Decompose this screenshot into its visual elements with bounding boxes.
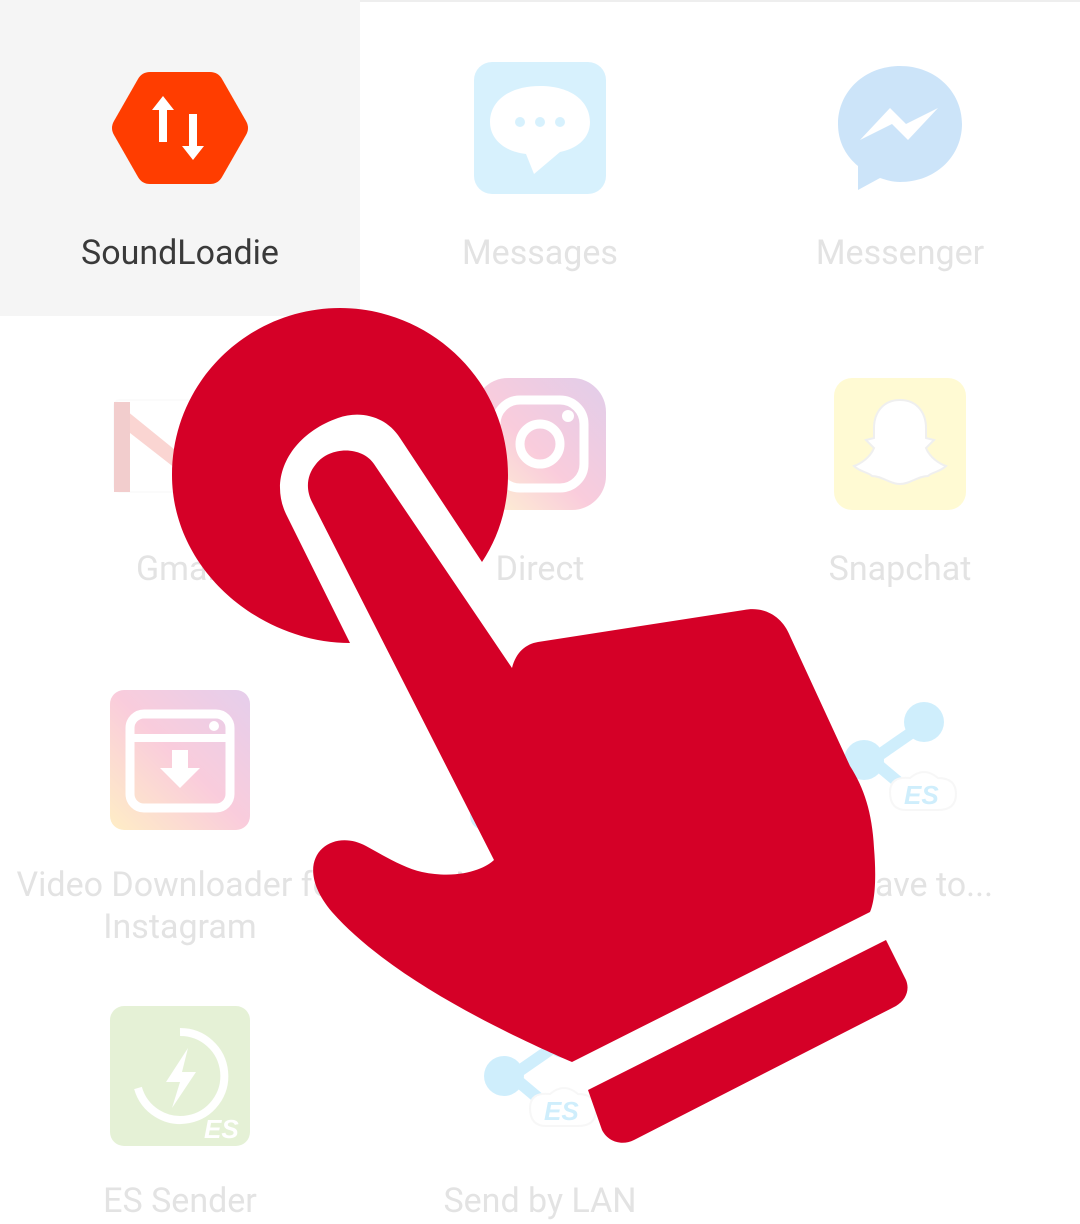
app-tile-note-editor[interactable]: ES Note Editor xyxy=(360,632,720,948)
svg-text:ES: ES xyxy=(904,780,939,810)
app-tile-snapchat[interactable]: Snapchat xyxy=(720,316,1080,632)
app-tile-gmail[interactable]: Gmail xyxy=(0,316,360,632)
app-tile-es-sender[interactable]: ES ES Sender xyxy=(0,948,360,1224)
share-app-grid: SoundLoadie Messages Messenger Gmail Dir… xyxy=(0,0,1080,1224)
app-label: ES Save to... xyxy=(806,865,994,905)
app-label: Send by LAN xyxy=(443,1181,637,1221)
app-tile-direct[interactable]: Direct xyxy=(360,316,720,632)
app-tile-video-downloader[interactable]: Video Downloader for Instagram xyxy=(0,632,360,948)
messages-icon xyxy=(468,56,612,200)
instagram-direct-icon xyxy=(468,372,612,516)
app-tile-messenger[interactable]: Messenger xyxy=(720,0,1080,316)
svg-text:ES: ES xyxy=(544,1096,579,1126)
app-label: ES Sender xyxy=(103,1181,257,1221)
app-label: Messages xyxy=(462,233,618,273)
app-tile-send-by-lan[interactable]: ES Send by LAN xyxy=(360,948,720,1224)
es-share-icon: ES xyxy=(828,688,972,832)
es-sender-icon: ES xyxy=(108,1004,252,1148)
messenger-icon xyxy=(828,56,972,200)
app-tile-es-save-to[interactable]: ES ES Save to... xyxy=(720,632,1080,948)
app-label: Note Editor xyxy=(455,865,625,905)
note-editor-icon: ES xyxy=(468,688,612,832)
app-label: Messenger xyxy=(815,233,985,273)
app-label: Video Downloader for Instagram xyxy=(16,865,344,947)
svg-text:ES: ES xyxy=(204,1114,239,1144)
gmail-icon xyxy=(108,372,252,516)
video-downloader-icon xyxy=(108,688,252,832)
app-tile-messages[interactable]: Messages xyxy=(360,0,720,316)
app-label: Snapchat xyxy=(828,549,972,589)
app-label: Direct xyxy=(495,549,585,589)
es-share-icon: ES xyxy=(468,1004,612,1148)
app-label: Gmail xyxy=(135,549,224,589)
app-tile-soundloadie[interactable]: SoundLoadie xyxy=(0,0,360,316)
svg-text:ES: ES xyxy=(572,798,607,828)
snapchat-icon xyxy=(828,372,972,516)
soundloadie-icon xyxy=(108,56,252,200)
app-label: SoundLoadie xyxy=(81,233,279,273)
